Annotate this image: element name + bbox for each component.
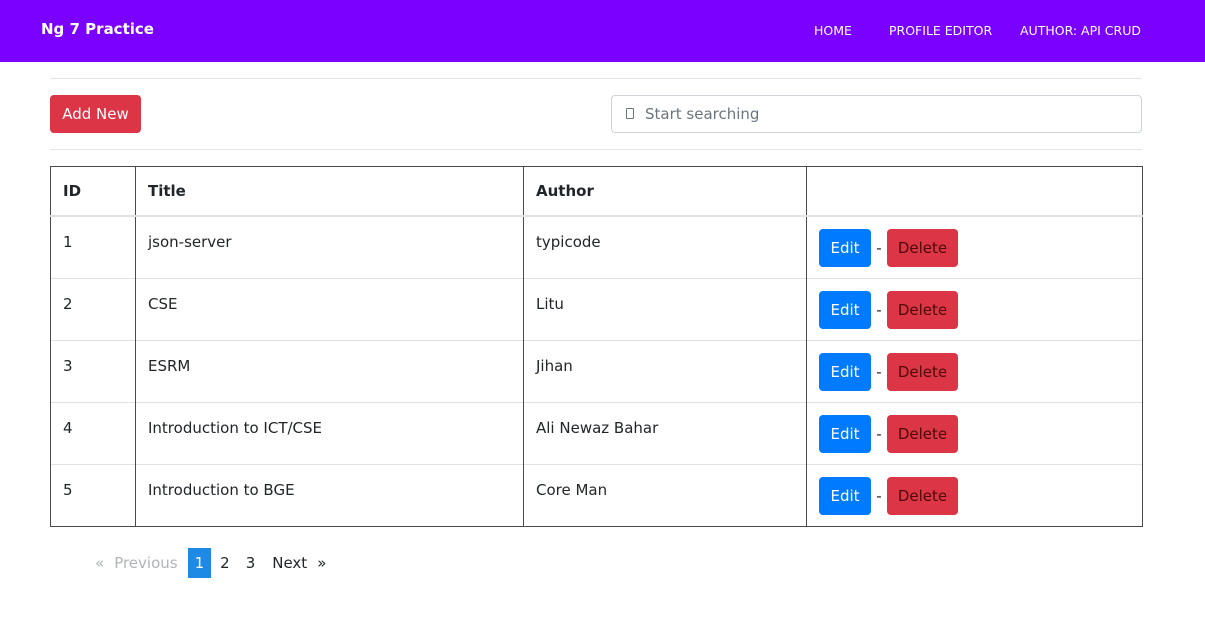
search-icon [626,108,634,119]
cell-author: Jihan [523,339,807,402]
cell-title: Introduction to BGE [135,463,524,527]
navbar: Ng 7 Practice HOME PROFILE EDITOR AUTHOR… [0,0,1205,62]
action-separator: - [876,424,882,443]
cell-title: CSE [135,277,524,340]
pagination-next[interactable]: Next » [272,548,326,578]
nav-link-profile-editor[interactable]: PROFILE EDITOR [889,23,992,38]
nav-link-author-api-crud[interactable]: AUTHOR: API CRUD [1020,23,1141,38]
cell-author: Litu [523,277,807,340]
edit-button[interactable]: Edit [819,414,871,453]
edit-button[interactable]: Edit [819,229,871,267]
pagination-page-3[interactable]: 3 [239,548,263,578]
books-table: ID Title Author 1 json-server typicode E… [50,166,1143,527]
navbar-brand[interactable]: Ng 7 Practice [41,20,154,38]
add-new-button[interactable]: Add New [50,95,141,133]
cell-actions: Edit - Delete [806,277,1143,340]
cell-id: 2 [50,277,136,340]
delete-button[interactable]: Delete [887,229,958,267]
nav-link-home[interactable]: HOME [814,23,852,38]
cell-title: Introduction to ICT/CSE [135,401,524,464]
divider-bottom [50,149,1142,150]
cell-title: json-server [135,215,524,278]
table-row: 3 ESRM Jihan Edit - Delete [50,339,1143,402]
action-separator: - [876,486,882,505]
table-row: 1 json-server typicode Edit - Delete [50,215,1143,278]
chevron-double-right-icon: » [317,554,327,572]
divider-top [50,78,1142,79]
cell-author: typicode [523,215,807,278]
delete-button[interactable]: Delete [887,290,958,329]
cell-id: 4 [50,401,136,464]
edit-button[interactable]: Edit [819,290,871,329]
action-separator: - [876,300,882,319]
cell-actions: Edit - Delete [806,215,1143,278]
edit-button[interactable]: Edit [819,476,871,515]
cell-id: 3 [50,339,136,402]
search-input[interactable] [645,96,1125,132]
action-separator: - [876,362,882,381]
table-row: 5 Introduction to BGE Core Man Edit - Dele… [50,463,1143,527]
table-header-row: ID Title Author [50,166,1143,217]
edit-button[interactable]: Edit [819,352,871,391]
cell-actions: Edit - Delete [806,401,1143,464]
cell-title: ESRM [135,339,524,402]
table-row: 4 Introduction to ICT/CSE Ali Newaz Baha… [50,401,1143,464]
pagination-previous: « Previous [95,548,178,578]
cell-author: Ali Newaz Bahar [523,401,807,464]
cell-id: 5 [50,463,136,527]
column-header-id: ID [50,166,136,217]
pagination-page-1[interactable]: 1 [187,548,212,578]
table-row: 2 CSE Litu Edit - Delete [50,277,1143,340]
search-box [611,95,1142,133]
column-header-actions [806,166,1143,217]
cell-id: 1 [50,215,136,278]
cell-actions: Edit - Delete [806,339,1143,402]
pagination-next-label: Next [272,554,308,572]
column-header-title: Title [135,166,524,217]
delete-button[interactable]: Delete [887,414,958,453]
cell-author: Core Man [523,463,807,527]
cell-actions: Edit - Delete [806,463,1143,527]
chevron-double-left-icon: « [95,554,105,572]
pagination-previous-label: Previous [114,554,178,572]
pagination: « Previous 1 2 3 Next » [95,548,326,578]
pagination-page-2[interactable]: 2 [213,548,237,578]
delete-button[interactable]: Delete [887,352,958,391]
action-separator: - [876,239,882,257]
column-header-author: Author [523,166,807,217]
delete-button[interactable]: Delete [887,476,958,515]
